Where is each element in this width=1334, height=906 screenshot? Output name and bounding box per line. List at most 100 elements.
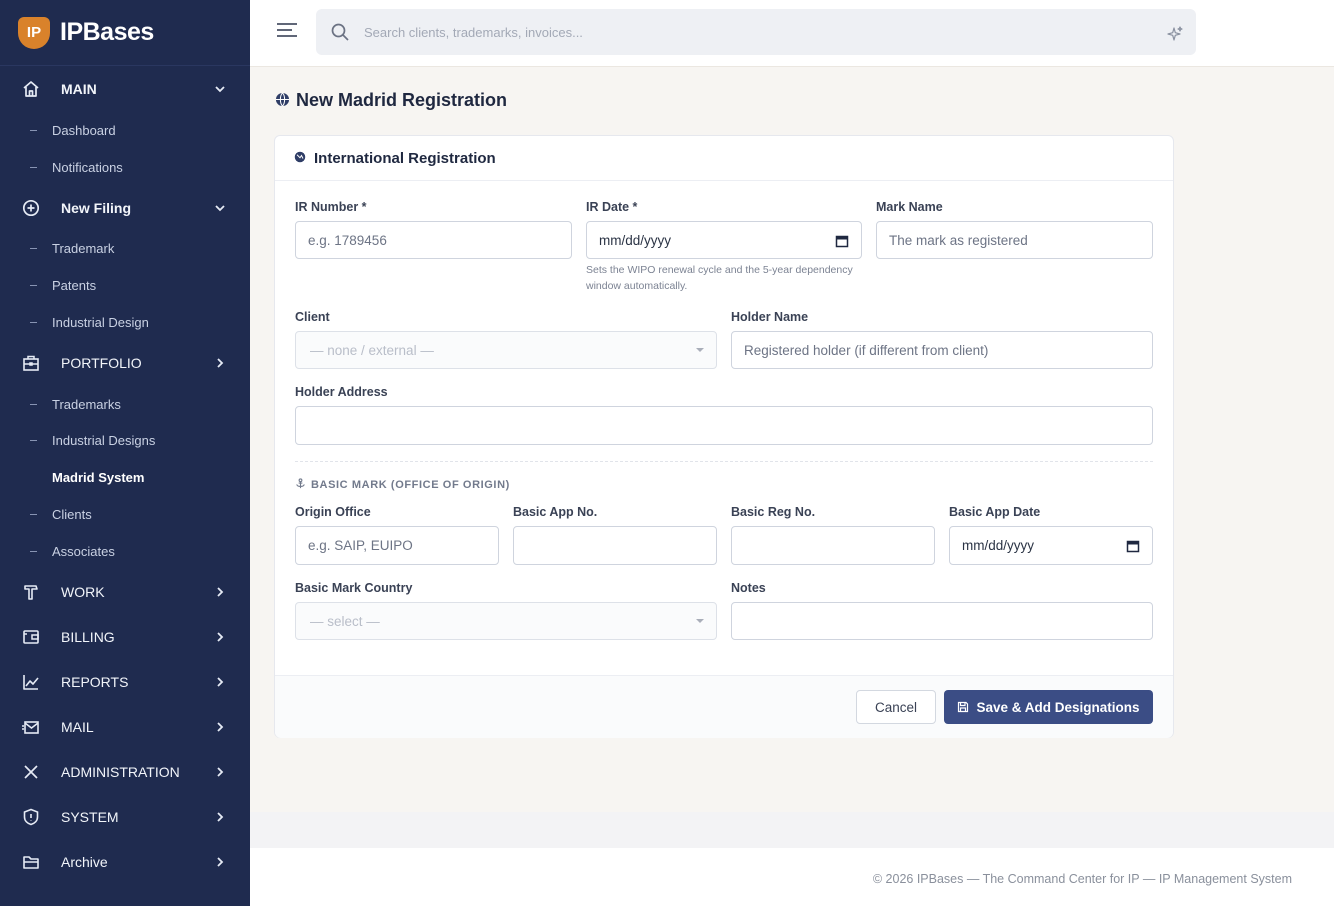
page-title-text: New Madrid Registration	[296, 90, 508, 110]
nav-mail[interactable]: MAIL	[0, 707, 250, 747]
sidebar-item-madrid-system[interactable]: Madrid System	[0, 462, 250, 492]
card-footer: Cancel Save & Add Designations	[275, 675, 1173, 738]
client-select-value: — none / external —	[310, 342, 434, 358]
menu-toggle-icon[interactable]	[276, 22, 300, 42]
basic-mark-country-value: — select —	[310, 613, 380, 629]
cancel-button[interactable]: Cancel	[856, 690, 936, 724]
basic-app-date-label: Basic App Date	[949, 505, 1041, 519]
ir-number-label: IR Number *	[295, 200, 367, 214]
sidebar-item-trademark[interactable]: Trademark	[0, 233, 250, 263]
chevron-right-icon	[212, 764, 228, 780]
chart-line-icon	[22, 673, 40, 691]
wallet-icon	[22, 628, 40, 646]
holder-name-input[interactable]	[731, 331, 1153, 369]
chevron-down-icon	[212, 81, 228, 97]
chevron-right-icon	[212, 719, 228, 735]
search-bar	[316, 9, 1196, 55]
basic-app-date-value: mm/dd/yyyy	[962, 538, 1035, 553]
ir-date-label: IR Date *	[586, 200, 638, 214]
nav-main[interactable]: MAIN	[0, 69, 250, 109]
calendar-icon[interactable]	[1126, 539, 1140, 553]
home-icon	[22, 80, 40, 98]
page-title: New Madrid Registration	[275, 90, 507, 111]
notes-input[interactable]	[731, 602, 1153, 640]
registration-card: International Registration IR Number * I…	[274, 135, 1174, 738]
sidebar: IP IPBases MAIN Dashboard Notifications …	[0, 0, 250, 906]
holder-address-input[interactable]	[295, 406, 1153, 445]
chevron-right-icon	[212, 584, 228, 600]
nav-mail-label: MAIL	[61, 719, 94, 735]
sidebar-item-trademarks[interactable]: Trademarks	[0, 389, 250, 419]
ir-date-hint: Sets the WIPO renewal cycle and the 5-ye…	[586, 264, 853, 292]
caret-down-icon	[696, 348, 704, 352]
nav-portfolio-label: PORTFOLIO	[61, 355, 142, 371]
chevron-right-icon	[212, 355, 228, 371]
basic-mark-country-select[interactable]: — select —	[295, 602, 717, 640]
page-bottom-band	[250, 812, 1334, 848]
basic-mark-section-title: BASIC MARK (OFFICE OF ORIGIN)	[311, 479, 510, 491]
ir-date-input[interactable]: mm/dd/yyyy	[586, 221, 862, 259]
ir-date-value: mm/dd/yyyy	[599, 232, 672, 248]
chevron-down-icon	[212, 200, 228, 216]
chevron-right-icon	[212, 854, 228, 870]
nav-system[interactable]: SYSTEM	[0, 797, 250, 837]
sidebar-item-industrial-design[interactable]: Industrial Design	[0, 307, 250, 337]
origin-office-input[interactable]	[295, 526, 499, 565]
sparkle-icon[interactable]	[1166, 25, 1184, 43]
nav-work[interactable]: WORK	[0, 572, 250, 612]
anchor-icon	[295, 478, 306, 492]
card-title: International Registration	[314, 149, 496, 167]
brand[interactable]: IP IPBases	[0, 0, 250, 66]
nav-billing[interactable]: BILLING	[0, 617, 250, 657]
sidebar-item-associates[interactable]: Associates	[0, 536, 250, 566]
save-button-label: Save & Add Designations	[976, 699, 1140, 715]
save-add-designations-button[interactable]: Save & Add Designations	[944, 690, 1153, 724]
origin-office-label: Origin Office	[295, 505, 371, 519]
globe-icon	[294, 151, 306, 166]
sidebar-item-dashboard[interactable]: Dashboard	[0, 115, 250, 145]
basic-reg-no-input[interactable]	[731, 526, 935, 565]
basic-mark-section-heading: BASIC MARK (OFFICE OF ORIGIN)	[295, 478, 510, 492]
sidebar-item-industrial-designs[interactable]: Industrial Designs	[0, 425, 250, 455]
nav-administration-label: ADMINISTRATION	[61, 764, 180, 780]
chevron-right-icon	[212, 809, 228, 825]
notes-label: Notes	[731, 581, 766, 595]
ir-number-input[interactable]	[295, 221, 572, 259]
sidebar-item-clients[interactable]: Clients	[0, 499, 250, 529]
topbar	[250, 0, 1334, 67]
logo: IP	[18, 16, 50, 49]
holder-name-label: Holder Name	[731, 310, 809, 324]
nav-work-label: WORK	[61, 584, 105, 600]
nav-archive-label: Archive	[61, 854, 108, 870]
nav-system-label: SYSTEM	[61, 809, 119, 825]
calendar-icon[interactable]	[835, 234, 849, 248]
basic-app-no-input[interactable]	[513, 526, 717, 565]
client-select[interactable]: — none / external —	[295, 331, 717, 369]
card-header: International Registration	[275, 136, 1173, 181]
save-icon	[957, 701, 969, 713]
mail-icon	[22, 718, 40, 736]
basic-app-no-label: Basic App No.	[513, 505, 598, 519]
tools-icon	[22, 763, 40, 781]
nav-main-label: MAIN	[61, 81, 97, 97]
nav-new-filing[interactable]: New Filing	[0, 188, 250, 228]
sidebar-item-patents[interactable]: Patents	[0, 270, 250, 300]
plus-circle-icon	[22, 199, 40, 217]
basic-app-date-input[interactable]: mm/dd/yyyy	[949, 526, 1153, 565]
sidebar-item-notifications[interactable]: Notifications	[0, 152, 250, 182]
search-input[interactable]	[364, 19, 1144, 45]
footer-text: © 2026 IPBases — The Command Center for …	[872, 872, 1292, 886]
mark-name-label: Mark Name	[876, 200, 943, 214]
chevron-right-icon	[212, 674, 228, 690]
nav-archive[interactable]: Archive	[0, 842, 250, 882]
mark-name-input[interactable]	[876, 221, 1153, 259]
nav-administration[interactable]: ADMINISTRATION	[0, 752, 250, 792]
basic-mark-country-label: Basic Mark Country	[295, 581, 413, 595]
brand-name: IPBases	[60, 18, 154, 46]
nav-billing-label: BILLING	[61, 629, 115, 645]
globe-icon	[275, 92, 290, 110]
page-footer: © 2026 IPBases — The Command Center for …	[250, 848, 1334, 906]
hammer-icon	[22, 583, 40, 601]
nav-portfolio[interactable]: PORTFOLIO	[0, 343, 250, 383]
nav-reports[interactable]: REPORTS	[0, 662, 250, 702]
